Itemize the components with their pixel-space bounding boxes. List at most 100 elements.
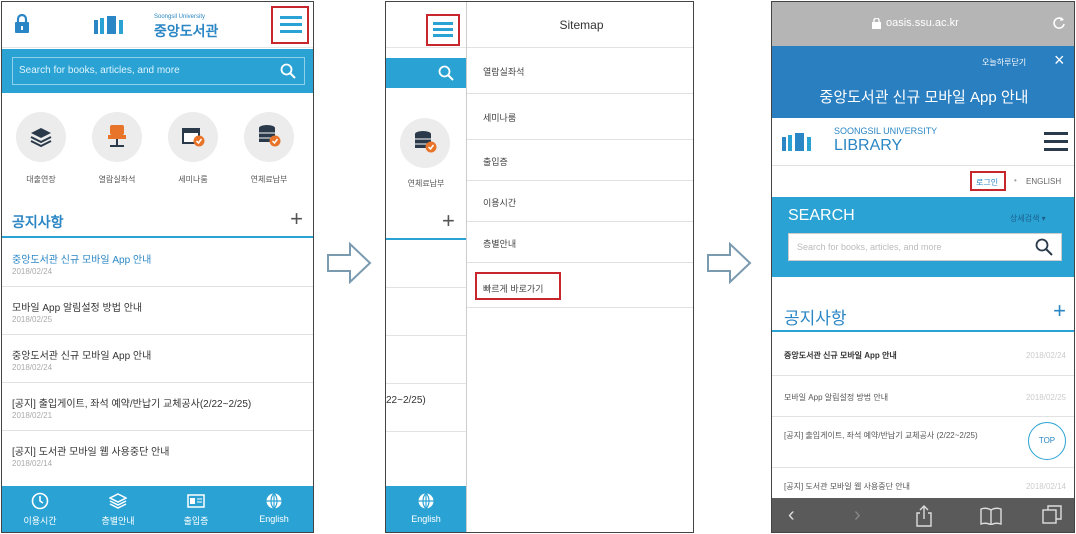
search-icon[interactable] <box>1035 238 1053 256</box>
bookmarks-icon[interactable] <box>980 507 1002 525</box>
login-button[interactable]: 로그인 <box>970 171 1006 191</box>
search-input[interactable]: Search for books, articles, and more <box>12 57 305 85</box>
quick-shortcut-highlight[interactable]: 빠르게 바로가기 <box>475 272 561 300</box>
share-icon[interactable] <box>916 505 932 527</box>
logo-en-text: Soongsil University <box>154 14 206 20</box>
advanced-search-label: 상세검색 <box>1010 214 1040 223</box>
lock-icon <box>872 18 881 29</box>
quick-item-fine[interactable]: 연체료납부 <box>386 112 466 202</box>
notice-row-title: [공지] 출입게이트, 좌석 예약/반납기 교체공사 (2/22~2/25) <box>784 431 978 440</box>
notice-row[interactable]: [공지] 출입게이트, 좌석 예약/반납기 교체공사 (2/22~2/25) T… <box>772 418 1074 468</box>
sitemap-item-label: 열람실좌석 <box>483 67 525 77</box>
search-icon[interactable] <box>280 63 296 79</box>
reload-icon[interactable] <box>1052 16 1066 30</box>
hamburger-icon[interactable] <box>1044 132 1068 152</box>
brand-bottom: LIBRARY <box>834 137 903 154</box>
close-icon[interactable]: × <box>1054 50 1065 71</box>
notice-row-date: 2018/02/24 <box>1025 351 1066 360</box>
search-placeholder: Search for books, articles, and more <box>19 65 180 76</box>
top-button[interactable]: TOP <box>1028 422 1066 460</box>
quick-menu: 대출연장 열람실좌석 세미나룸 연체료납부 <box>2 94 313 198</box>
menu-button[interactable] <box>426 14 460 46</box>
login-row: 로그인 • ENGLISH <box>772 165 1074 197</box>
sitemap-item[interactable]: 이용시간 <box>467 182 693 222</box>
library-logo[interactable]: Soongsil University 중앙도서관 <box>94 12 234 40</box>
quick-item-seat[interactable]: 열람실좌석 <box>82 104 152 194</box>
phone-screen-2: 연체료납부 + 22~2/25) English Sitemap 열람실좌석 세… <box>385 1 694 533</box>
nav-id-card[interactable]: 출입증 <box>166 486 226 530</box>
notice-header: 공지사항 + <box>772 292 1074 332</box>
plus-icon[interactable]: + <box>1053 298 1066 324</box>
quick-item-label: 열람실좌석 <box>98 175 136 184</box>
search-section: SEARCH 상세검색 ▾ Search for books, articles… <box>772 197 1074 277</box>
browser-address-bar[interactable]: oasis.ssu.ac.kr <box>772 2 1074 46</box>
quick-item-loan[interactable]: 대출연장 <box>6 104 76 194</box>
notice-row-title: [공지] 도서관 모바일 웹 사용중단 안내 <box>784 482 910 491</box>
sitemap-header: Sitemap <box>467 2 693 48</box>
notice-row-date: 2018/02/14 <box>1025 482 1066 491</box>
nav-floors[interactable]: 층별안내 <box>88 486 148 530</box>
nav-english[interactable]: English <box>244 486 304 530</box>
hamburger-icon <box>433 22 453 37</box>
quick-item-fine[interactable]: 연체료납부 <box>234 104 304 194</box>
notice-row-date: 2018/02/24 <box>12 363 53 372</box>
notice-row[interactable]: [공지] 출입게이트, 좌석 예약/반납기 교체공사(2/22~2/25) 20… <box>2 384 313 431</box>
nav-label: 이용시간 <box>23 516 57 526</box>
notice-row-date: 2018/02/25 <box>1025 393 1066 402</box>
notice-row-date: 2018/02/21 <box>12 411 53 420</box>
sitemap-item-label: 세미나룸 <box>483 113 517 123</box>
layers-icon <box>109 493 127 509</box>
notice-row[interactable]: 모바일 App 알림설정 방법 안내 2018/02/25 <box>772 377 1074 417</box>
browser-toolbar: ‹ › <box>772 498 1074 532</box>
notice-row-title: 중앙도서관 신규 모바일 App 안내 <box>784 351 897 360</box>
notice-row-date: 2018/02/24 <box>12 267 53 276</box>
hamburger-icon <box>280 16 302 33</box>
sitemap-panel: Sitemap 열람실좌석 세미나룸 출입증 이용시간 층별안내 빠르게 바로가… <box>466 2 693 532</box>
quick-item-label: 대출연장 <box>26 175 56 184</box>
notice-row-title: 중앙도서관 신규 모바일 App 안내 <box>12 255 152 266</box>
lock-icon[interactable] <box>14 14 30 34</box>
notice-row[interactable]: [공지] 도서관 모바일 웹 사용중단 안내 2018/02/14 <box>772 469 1074 499</box>
sitemap-item[interactable]: 출입증 <box>467 141 693 181</box>
menu-button[interactable] <box>271 6 309 44</box>
nav-hours[interactable]: 이용시간 <box>10 486 70 530</box>
sitemap-item-label: 출입증 <box>483 157 508 167</box>
sitemap-item[interactable]: 빠르게 바로가기 <box>467 264 693 308</box>
ssu-logo-icon[interactable] <box>782 133 826 151</box>
sitemap-item-label: 층별안내 <box>483 239 517 249</box>
notice-row[interactable]: 중앙도서관 신규 모바일 App 안내 2018/02/24 <box>2 240 313 287</box>
english-link[interactable]: ENGLISH <box>1026 177 1061 186</box>
dimmed-background[interactable]: 연체료납부 + 22~2/25) English <box>386 2 466 532</box>
notice-row-title: 중앙도서관 신규 모바일 App 안내 <box>12 351 152 362</box>
close-today-link[interactable]: 오늘하루닫기 <box>982 57 1026 68</box>
tabs-icon[interactable] <box>1042 505 1062 525</box>
search-input[interactable]: Search for books, articles, and more <box>788 233 1062 261</box>
notice-row[interactable]: 중앙도서관 신규 모바일 App 안내 2018/02/24 <box>2 336 313 383</box>
notice-row[interactable]: [공지] 도서관 모바일 웹 사용중단 안내 2018/02/14 <box>2 432 313 479</box>
nav-label: English <box>411 514 441 524</box>
search-placeholder: Search for books, articles, and more <box>797 242 942 252</box>
back-icon[interactable]: ‹ <box>788 504 795 527</box>
sitemap-item[interactable]: 세미나룸 <box>467 95 693 140</box>
notice-row[interactable]: 모바일 App 알림설정 방법 안내 2018/02/25 <box>2 288 313 335</box>
quick-item-seminar[interactable]: 세미나룸 <box>158 104 228 194</box>
sitemap-item[interactable]: 층별안내 <box>467 223 693 263</box>
notice-row[interactable]: 중앙도서관 신규 모바일 App 안내 2018/02/24 <box>772 334 1074 376</box>
search-icon[interactable] <box>438 65 454 81</box>
ssu-logo-icon <box>94 16 123 34</box>
sitemap-item[interactable]: 열람실좌석 <box>467 49 693 94</box>
arrow-right-icon <box>327 242 372 284</box>
nav-english[interactable]: English <box>396 486 456 530</box>
banner-text[interactable]: 중앙도서관 신규 모바일 App 안내 <box>772 86 1074 107</box>
plus-icon[interactable]: + <box>290 206 303 232</box>
quick-item-label: 세미나룸 <box>178 175 208 184</box>
search-title: SEARCH <box>788 207 855 224</box>
forward-icon[interactable]: › <box>854 504 861 527</box>
advanced-search-link[interactable]: 상세검색 ▾ <box>1010 213 1046 224</box>
globe-icon <box>266 493 282 510</box>
plus-icon[interactable]: + <box>442 208 455 234</box>
notice-title: 공지사항 <box>12 214 64 230</box>
phone-screen-3: oasis.ssu.ac.kr 오늘하루닫기 × 중앙도서관 신규 모바일 Ap… <box>771 1 1075 533</box>
separator-dot: • <box>1014 176 1017 185</box>
bottom-nav-partial: English <box>386 486 466 532</box>
